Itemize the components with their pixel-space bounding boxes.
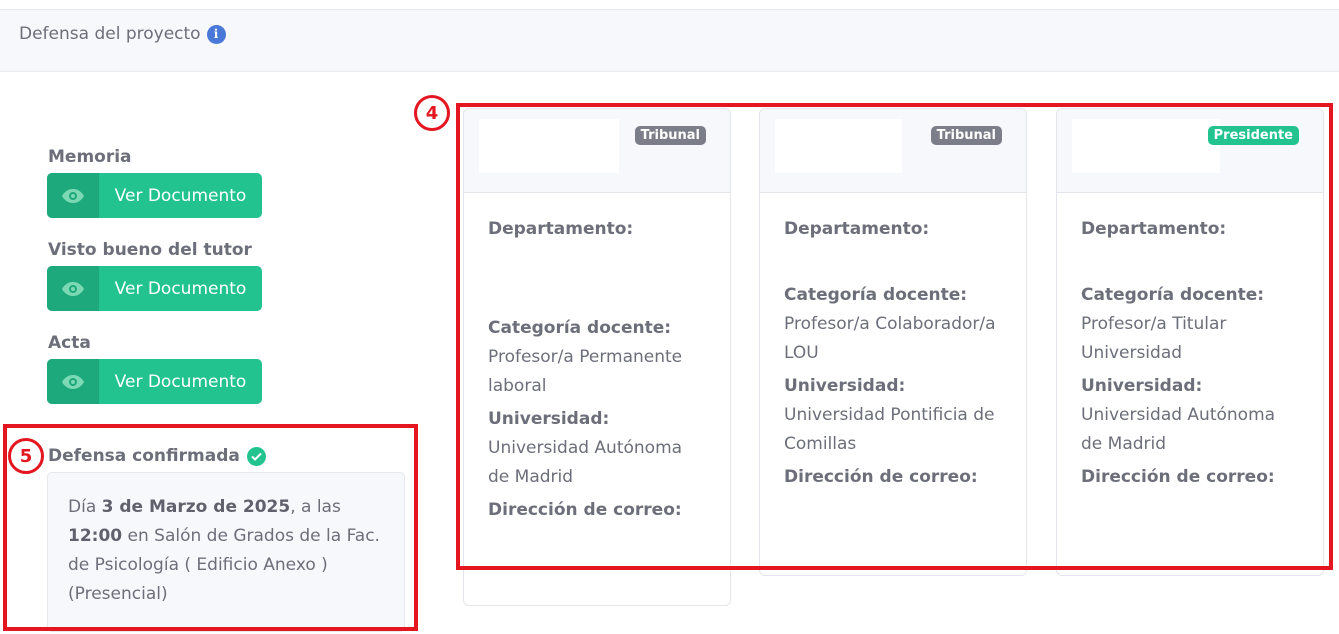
doc-label-memoria: Memoria: [48, 147, 132, 167]
annotation-box-4: [456, 103, 1333, 570]
view-document-label: Ver Documento: [114, 185, 247, 206]
view-document-label: Ver Documento: [114, 371, 247, 392]
view-document-label: Ver Documento: [114, 278, 247, 299]
eye-icon: [47, 173, 99, 218]
section-title-row: Defensa del proyecto i: [19, 24, 226, 44]
doc-label-visto-bueno: Visto bueno del tutor: [48, 240, 252, 260]
section-title: Defensa del proyecto: [19, 24, 201, 44]
annotation-number-4: 4: [414, 95, 450, 131]
annotation-box-5: [3, 424, 418, 631]
info-icon[interactable]: i: [206, 24, 226, 44]
annotation-number-5: 5: [8, 438, 44, 474]
top-bar: [0, 0, 1339, 10]
eye-icon: [47, 359, 99, 404]
doc-label-acta: Acta: [48, 333, 91, 353]
view-memoria-button[interactable]: Ver Documento: [47, 173, 262, 218]
section-header: Defensa del proyecto i: [0, 10, 1339, 72]
view-acta-button[interactable]: Ver Documento: [47, 359, 262, 404]
view-visto-bueno-button[interactable]: Ver Documento: [47, 266, 262, 311]
eye-icon: [47, 266, 99, 311]
